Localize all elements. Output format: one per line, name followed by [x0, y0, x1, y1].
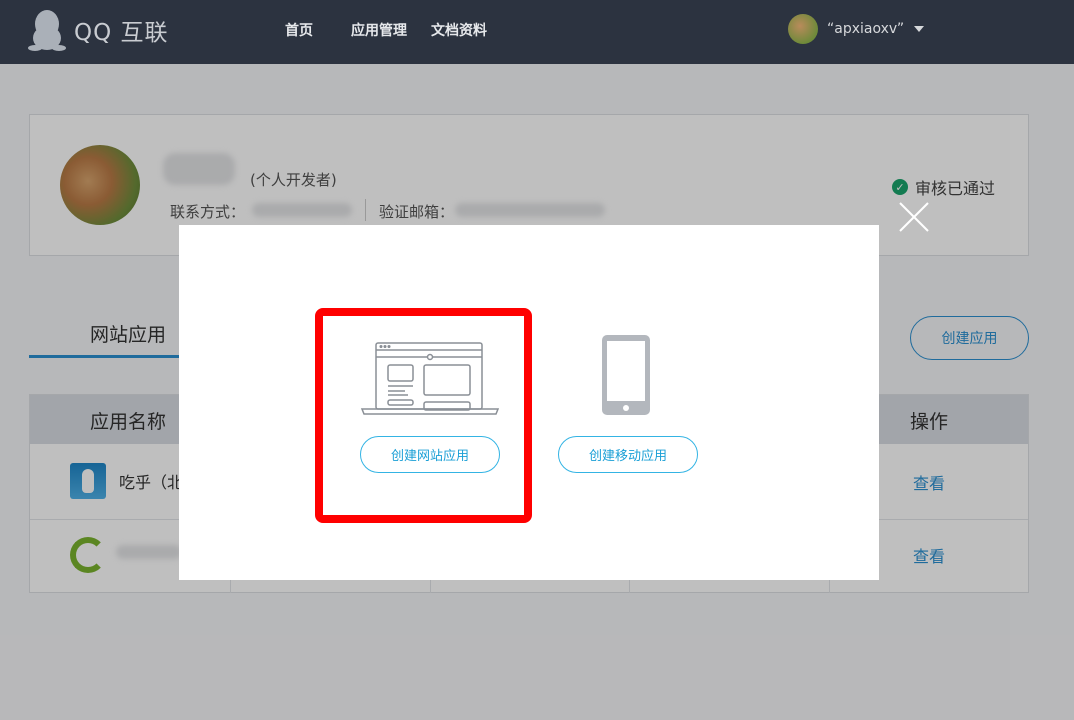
- close-icon[interactable]: [896, 199, 932, 235]
- phone-icon: [602, 335, 650, 415]
- create-app-dialog: 创建网站应用 创建移动应用: [179, 225, 879, 580]
- logo[interactable]: QQ 互联: [28, 8, 169, 52]
- username: “apxiaoxv”: [827, 21, 905, 37]
- chevron-down-icon: [914, 26, 925, 32]
- create-mobile-app-button[interactable]: 创建移动应用: [558, 436, 698, 473]
- nav-app-management[interactable]: 应用管理: [351, 20, 407, 40]
- qq-penguin-icon: [28, 10, 66, 51]
- user-avatar: [788, 14, 818, 44]
- laptop-icon: [360, 342, 500, 415]
- user-menu[interactable]: “apxiaoxv”: [788, 14, 925, 44]
- logo-text: QQ 互联: [74, 20, 169, 46]
- create-website-app-button[interactable]: 创建网站应用: [360, 436, 500, 473]
- nav-docs[interactable]: 文档资料: [431, 20, 487, 40]
- nav-home[interactable]: 首页: [285, 20, 313, 40]
- top-nav-bar: QQ 互联 首页 应用管理 文档资料 “apxiaoxv”: [0, 0, 1074, 64]
